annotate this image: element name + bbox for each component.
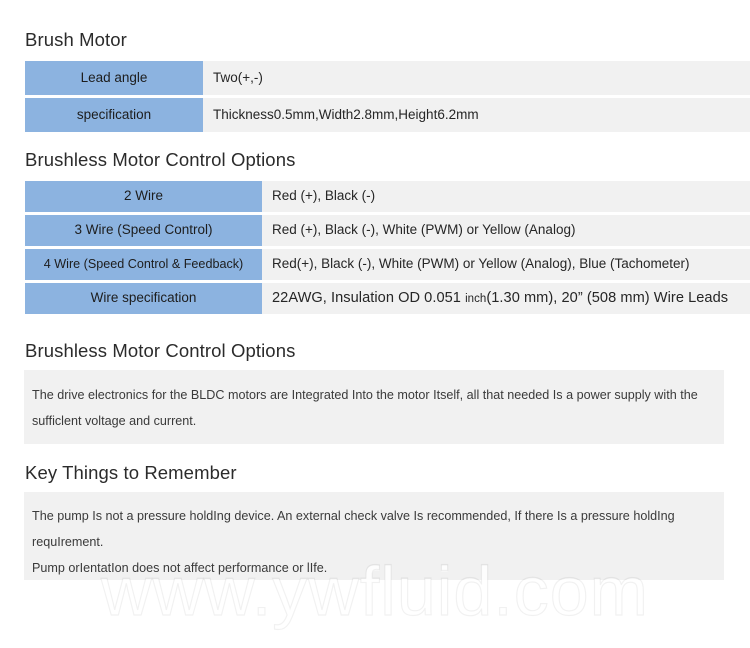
table-cell-label: specification bbox=[25, 98, 203, 132]
wire-spec-suffix: (1.30 mm), 20” (508 mm) Wire Leads bbox=[486, 290, 729, 307]
table-cell-value: Two(+,-) bbox=[203, 61, 750, 95]
table-cell-value-wire-spec: 22AWG, Insulation OD 0.051 inch(1.30 mm)… bbox=[262, 283, 750, 314]
key-things-note-box: The pump Is not a pressure holdIng devic… bbox=[24, 492, 724, 580]
page-title-bldc-control-note: Brushless Motor Control Options bbox=[25, 340, 296, 361]
note-paragraph: The drive electronics for the BLDC motor… bbox=[32, 388, 698, 428]
table-row: 3 Wire (Speed Control) Red (+), Black (-… bbox=[25, 215, 750, 246]
table-row: Wire specification 22AWG, Insulation OD … bbox=[25, 283, 750, 314]
bldc-control-options-table: 2 Wire Red (+), Black (-) 3 Wire (Speed … bbox=[25, 178, 750, 317]
table-cell-label: Lead angle bbox=[25, 61, 203, 95]
table-cell-label: Wire specification bbox=[25, 283, 262, 314]
note-paragraph: Pump orIentatIon does not affect perform… bbox=[32, 561, 328, 575]
page-title-bldc-control-table: Brushless Motor Control Options bbox=[25, 149, 296, 170]
table-row: specification Thickness0.5mm,Width2.8mm,… bbox=[25, 98, 750, 132]
page-title-brush-motor: Brush Motor bbox=[25, 29, 127, 50]
table-cell-label: 4 Wire (Speed Control & Feedback) bbox=[25, 249, 262, 280]
table-cell-value: Red (+), Black (-), White (PWM) or Yello… bbox=[262, 215, 750, 246]
table-cell-label: 2 Wire bbox=[25, 181, 262, 212]
table-row: 4 Wire (Speed Control & Feedback) Red(+)… bbox=[25, 249, 750, 280]
table-cell-value: Red(+), Black (-), White (PWM) or Yellow… bbox=[262, 249, 750, 280]
wire-spec-prefix: 22AWG, Insulation OD 0.051 bbox=[272, 290, 466, 307]
table-cell-label: 3 Wire (Speed Control) bbox=[25, 215, 262, 246]
bldc-control-note-box: The drive electronics for the BLDC motor… bbox=[24, 370, 724, 444]
note-paragraph: The pump Is not a pressure holdIng devic… bbox=[32, 509, 675, 549]
table-row: 2 Wire Red (+), Black (-) bbox=[25, 181, 750, 212]
brush-motor-table: Lead angle Two(+,-) specification Thickn… bbox=[25, 58, 750, 135]
table-row: Lead angle Two(+,-) bbox=[25, 61, 750, 95]
table-cell-value: Thickness0.5mm,Width2.8mm,Height6.2mm bbox=[203, 98, 750, 132]
table-cell-value: Red (+), Black (-) bbox=[262, 181, 750, 212]
wire-spec-unit: inch bbox=[465, 293, 487, 306]
document-page: Brush Motor Lead angle Two(+,-) specific… bbox=[0, 0, 750, 648]
page-title-key-things: Key Things to Remember bbox=[25, 462, 237, 483]
